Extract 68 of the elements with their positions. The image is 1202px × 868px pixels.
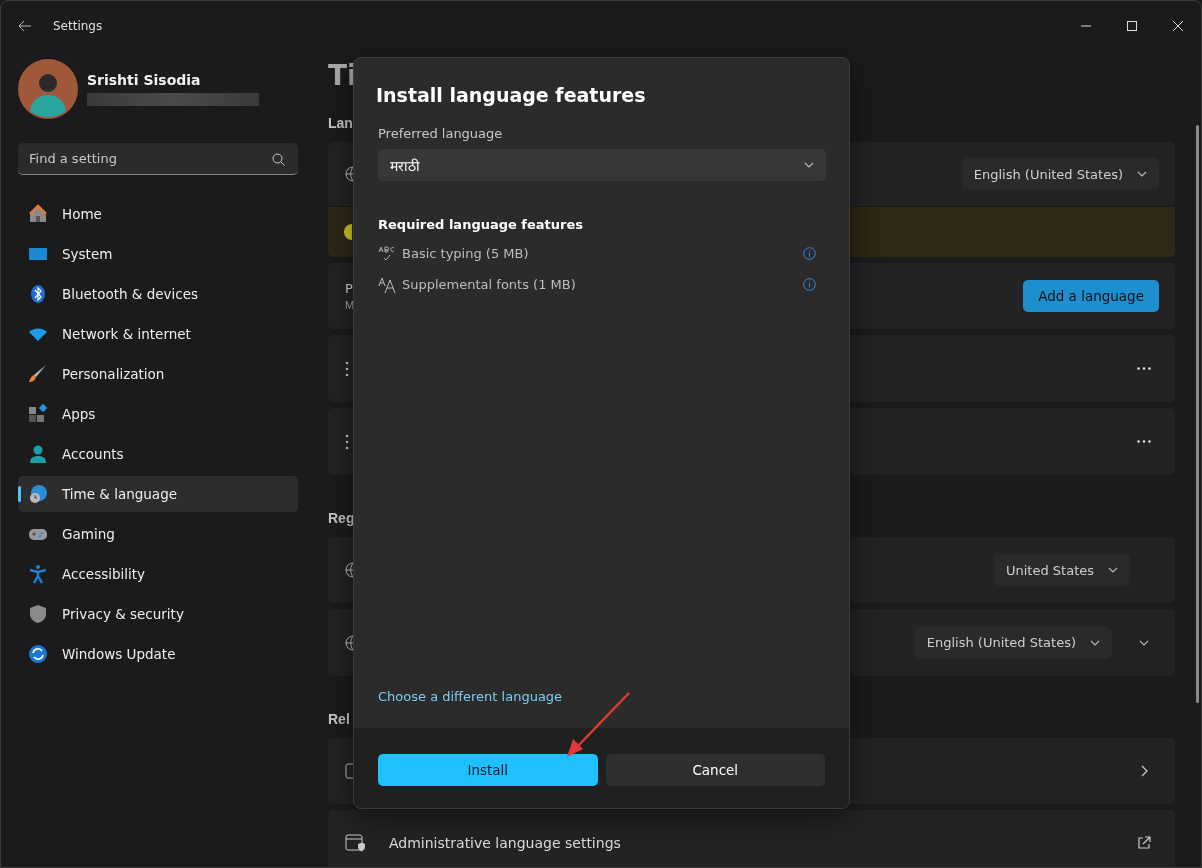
- search-field[interactable]: Find a setting: [18, 143, 298, 175]
- features-heading: Required language features: [378, 217, 585, 232]
- brush-icon: [28, 364, 48, 384]
- sidebar-item[interactable]: Windows Update: [18, 636, 298, 672]
- info-icon[interactable]: [803, 278, 816, 291]
- sidebar-item[interactable]: Accounts: [18, 436, 298, 472]
- setting-title: Administrative language settings: [389, 835, 621, 851]
- chevron-down-icon: [1108, 567, 1118, 573]
- scrollbar[interactable]: [1196, 125, 1199, 703]
- close-icon: [1173, 21, 1183, 31]
- setting-description: M: [345, 299, 355, 311]
- drag-handle-icon: [345, 360, 349, 377]
- section-heading: Rel: [328, 710, 351, 729]
- feature-label: Basic typing (5 MB): [402, 246, 530, 261]
- house-icon: [28, 204, 48, 224]
- font-size-icon: [378, 276, 396, 293]
- sidebar-item[interactable]: Gaming: [18, 516, 298, 552]
- field-label: Preferred language: [378, 126, 504, 141]
- feature-label: Supplemental fonts (1 MB): [402, 277, 577, 292]
- dropdown[interactable]: English (United States): [961, 158, 1159, 190]
- more-icon: [1137, 440, 1151, 443]
- accessibility-icon: [28, 564, 48, 584]
- dialog-title: Install language features: [376, 84, 647, 106]
- bluetooth-icon: [28, 284, 48, 304]
- chevron-down-icon: [804, 162, 814, 168]
- sidebar-item[interactable]: Privacy & security: [18, 596, 298, 632]
- dropdown[interactable]: English (United States): [914, 626, 1112, 659]
- globe-icon: [345, 634, 353, 651]
- choose-language-link[interactable]: Choose a different language: [378, 689, 563, 704]
- minimize-icon: [1081, 25, 1091, 27]
- setting-title: P: [345, 281, 354, 296]
- sidebar-item[interactable]: Time & language: [18, 476, 298, 512]
- maximize-icon: [1127, 21, 1137, 31]
- sidebar-item[interactable]: Accessibility: [18, 556, 298, 592]
- dropdown[interactable]: United States: [993, 554, 1130, 586]
- info-icon[interactable]: [803, 247, 816, 260]
- search-icon: [272, 153, 285, 166]
- chevron-down-icon: [1139, 639, 1149, 646]
- language-select[interactable]: मराठी: [378, 149, 826, 181]
- chevron-down-icon: [1090, 639, 1100, 646]
- apps-icon: [28, 404, 48, 424]
- shield-icon: [28, 604, 48, 624]
- more-icon: [1137, 367, 1151, 370]
- sidebar-item[interactable]: Apps: [18, 396, 298, 432]
- add-language-button[interactable]: Add a language: [1023, 280, 1159, 312]
- drag-handle-icon: [345, 433, 349, 450]
- sidebar-item[interactable]: Personalization: [18, 356, 298, 392]
- avatar: [18, 59, 78, 119]
- sidebar-item[interactable]: Bluetooth & devices: [18, 276, 298, 312]
- sidebar-item[interactable]: Home: [18, 196, 298, 232]
- spellcheck-icon: [378, 245, 396, 262]
- cancel-button[interactable]: Cancel: [605, 754, 825, 786]
- sidebar-item[interactable]: System: [18, 236, 298, 272]
- person-icon: [28, 444, 48, 464]
- globe-icon: [345, 562, 353, 578]
- arrow-annotation: [567, 692, 630, 757]
- warning-icon: [344, 224, 352, 240]
- user-name: Srishti Sisodia: [87, 72, 202, 88]
- globe-clock-icon: [28, 484, 48, 504]
- window-title: Settings: [53, 19, 104, 33]
- refresh-icon: [28, 644, 48, 664]
- setting-card[interactable]: Administrative language settings: [328, 810, 1175, 867]
- window-shield-icon: [345, 834, 365, 852]
- install-button[interactable]: Install: [378, 754, 598, 786]
- back-arrow-icon[interactable]: [18, 20, 32, 32]
- sidebar-item[interactable]: Network & internet: [18, 316, 298, 352]
- globe-icon: [345, 166, 353, 182]
- chevron-down-icon: [1137, 171, 1147, 177]
